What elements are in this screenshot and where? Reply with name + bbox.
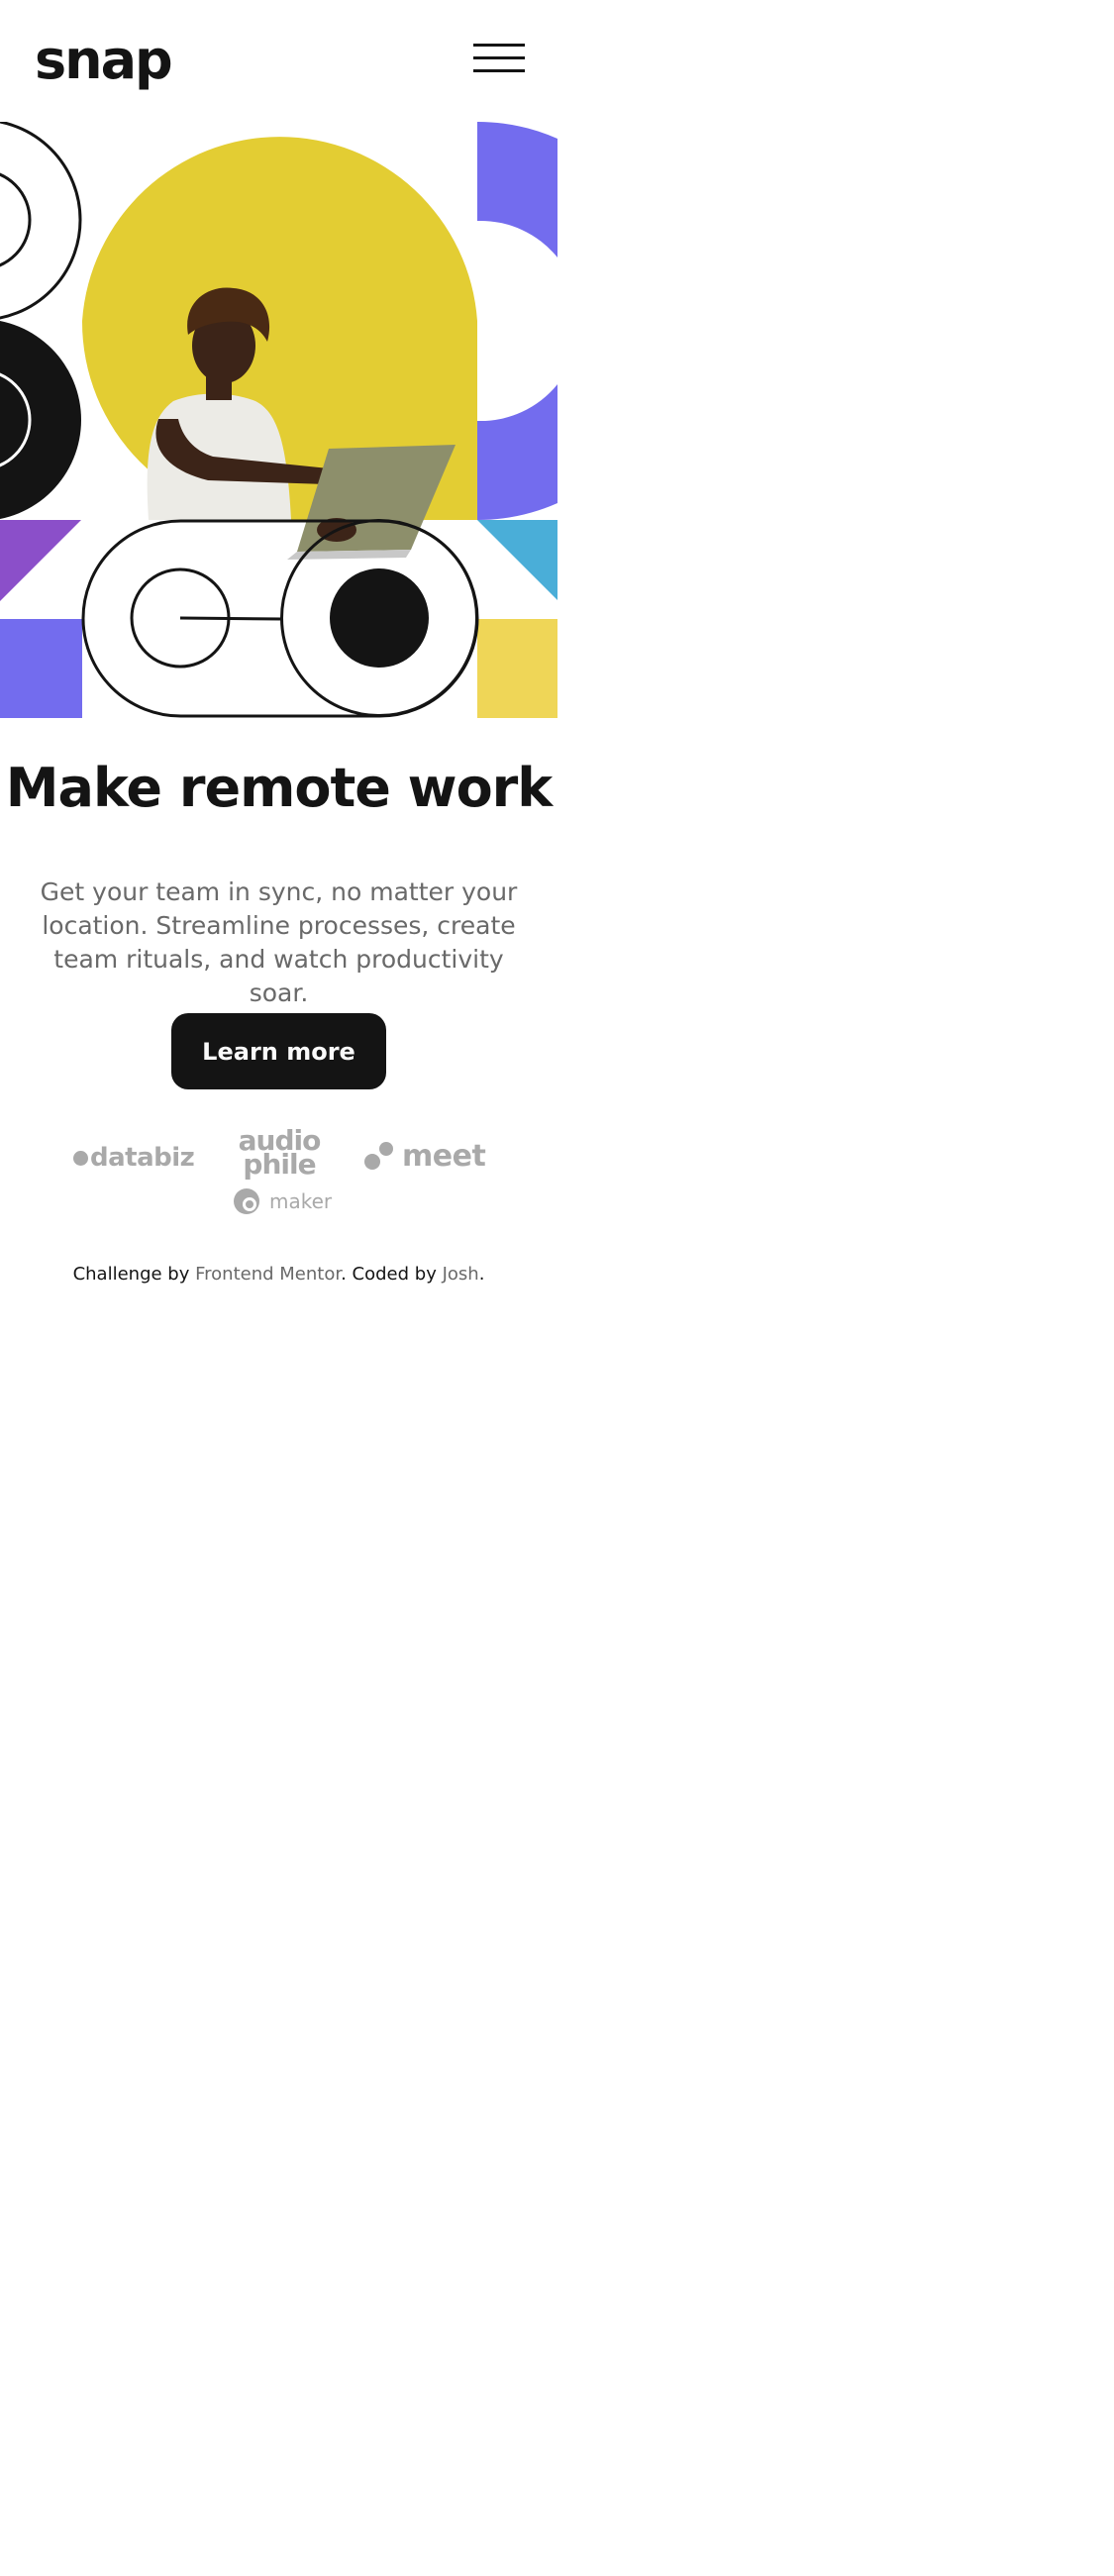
- black-circle-shape: [0, 321, 81, 519]
- page: snap Make remote work Get your team in s…: [0, 0, 557, 1307]
- purple-triangle-shape: [0, 520, 81, 601]
- outline-circle-shape: [0, 122, 82, 320]
- attribution-prefix: Challenge by: [72, 1264, 196, 1285]
- client-logos: databiz audio phile meet maker: [0, 1127, 557, 1228]
- hamburger-menu-icon[interactable]: [473, 44, 525, 75]
- yellow-arch-photo: [81, 137, 478, 560]
- blue-triangle-shape: [477, 520, 557, 600]
- hero-description: Get your team in sync, no matter your lo…: [40, 877, 518, 1007]
- yellow-square-shape: [477, 619, 557, 718]
- hero-shapes: [0, 122, 557, 718]
- maker-logo-text: maker: [269, 1189, 333, 1213]
- page-title: Make remote work: [5, 757, 553, 819]
- toggle-shape: [81, 519, 479, 718]
- violet-ring-shape: [477, 122, 557, 521]
- meet-logo-text: meet: [402, 1139, 486, 1174]
- databiz-logo-text: databiz: [90, 1143, 195, 1173]
- databiz-dot-icon: [73, 1150, 88, 1166]
- menu-bar-bottom: [473, 69, 525, 72]
- snap-logo[interactable]: snap: [35, 22, 173, 99]
- hero-illustration: [0, 122, 557, 718]
- frontend-mentor-link[interactable]: Frontend Mentor: [195, 1264, 341, 1285]
- databiz-logo: databiz: [73, 1143, 195, 1173]
- attribution-suffix: .: [478, 1264, 485, 1285]
- meet-dots-icon: [364, 1141, 398, 1172]
- meet-logo: meet: [364, 1139, 486, 1174]
- audiophile-logo: audio phile: [234, 1127, 325, 1181]
- menu-bar-top: [473, 44, 525, 47]
- learn-more-button[interactable]: Learn more: [171, 1013, 386, 1089]
- author-link[interactable]: Josh: [443, 1264, 479, 1285]
- audiophile-logo-bottom: phile: [243, 1148, 316, 1181]
- violet-square-shape: [0, 619, 82, 718]
- maker-logo: maker: [234, 1188, 332, 1214]
- menu-bar-middle: [473, 56, 525, 59]
- attribution-middle: . Coded by: [341, 1264, 443, 1285]
- attribution: Challenge by Frontend Mentor. Coded by J…: [0, 1263, 557, 1287]
- maker-circle-icon: [234, 1188, 259, 1214]
